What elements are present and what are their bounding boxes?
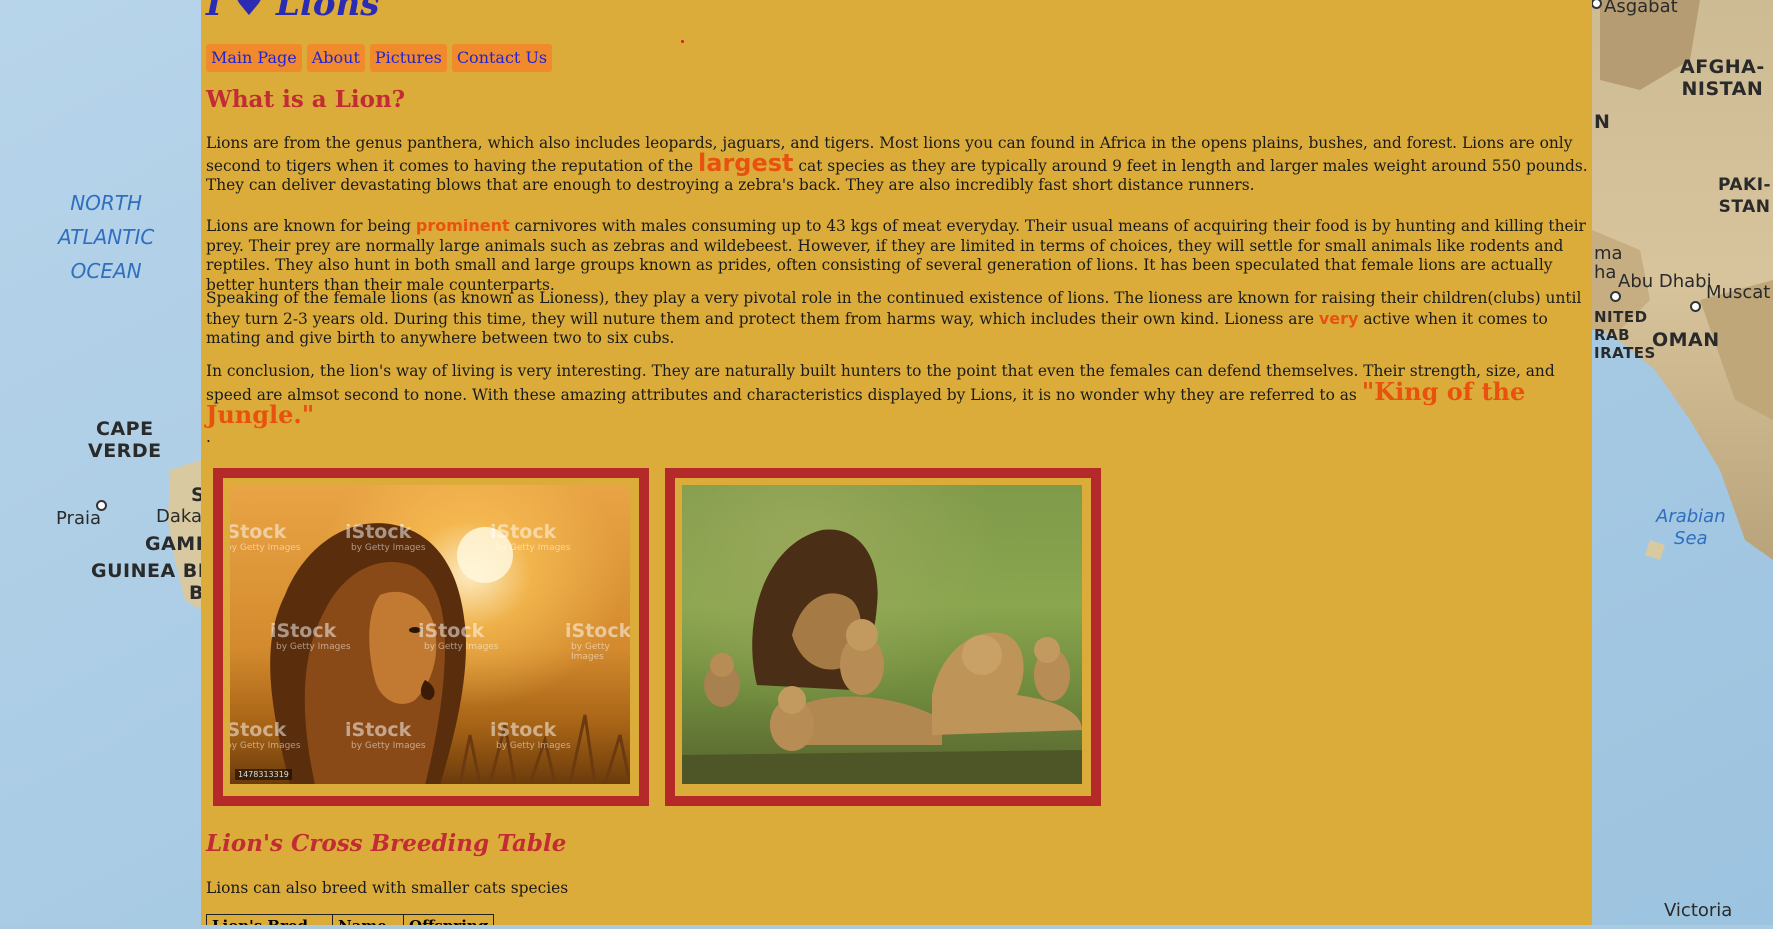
cross-breeding-table: Lion's Bred Name Offspring	[206, 914, 495, 925]
paragraph-breeding-intro: Lions can also breed with smaller cats s…	[206, 879, 569, 897]
highlight-very: very	[1318, 308, 1359, 328]
afghanistan-line1: AFGHA-	[1680, 56, 1765, 78]
picture-frame-lion-pride	[665, 468, 1101, 806]
abu-dhabi-label: Abu Dhabi	[1618, 271, 1712, 292]
watermark-text: iStock	[565, 620, 630, 642]
watermark: iStockby Getty Images	[418, 620, 499, 652]
uae-line3: IRATES	[1594, 344, 1656, 362]
muscat-label: Muscat	[1706, 282, 1771, 303]
uae-label: NITED RAB IRATES	[1594, 308, 1656, 362]
watermark-subtext: by Getty Images	[276, 642, 351, 652]
highlight-prominent: prominent	[415, 216, 510, 235]
lion-pride-illustration	[682, 529, 1082, 784]
abu-dhabi-marker	[1610, 291, 1621, 302]
watermark: iStockby Getty Images	[490, 521, 571, 553]
paragraph-lioness: Speaking of the female lions (as known a…	[206, 289, 1591, 349]
uae-line1: NITED	[1594, 308, 1648, 326]
watermark-text: iStock	[418, 620, 485, 642]
watermark: iStockby Getty Images	[230, 521, 301, 553]
watermark-subtext: by Getty Images	[496, 543, 571, 553]
table-header-cell: Offspring	[402, 914, 495, 925]
main-nav: Main Page About Pictures Contact Us	[206, 44, 553, 72]
asgabat-label: Asgabat	[1604, 0, 1678, 17]
pakistan-line1: PAKI-	[1718, 175, 1772, 195]
nav-pictures[interactable]: Pictures	[369, 44, 447, 72]
watermark: iStockby Getty Images	[345, 719, 426, 751]
ma-fragment-line1: ma	[1594, 243, 1623, 264]
watermark-text: iStock	[270, 620, 337, 642]
victoria-label: Victoria	[1664, 900, 1733, 921]
ocean-label-line2: ATLANTIC	[58, 225, 155, 249]
afghanistan-label: AFGHA- NISTAN	[1680, 56, 1765, 100]
content-panel: I ♥ Lions Main Page About Pictures Conta…	[201, 0, 1592, 925]
uae-line2: RAB	[1594, 326, 1631, 344]
watermark: iStockby Getty Images	[230, 719, 301, 751]
nav-contact-us[interactable]: Contact Us	[451, 44, 553, 72]
afghanistan-line2: NISTAN	[1681, 78, 1764, 100]
oman-label: OMAN	[1652, 329, 1720, 351]
watermark-subtext: by Getty Images	[230, 543, 301, 553]
decorative-dot	[681, 40, 684, 43]
watermark-subtext: by Getty Images	[230, 741, 301, 751]
lion-pride-image	[682, 485, 1082, 784]
paragraph-diet-text-a: Lions are known for being	[206, 217, 416, 235]
watermark-text: iStock	[490, 719, 557, 741]
nav-main-page[interactable]: Main Page	[206, 44, 302, 72]
ocean-label-line3: OCEAN	[70, 259, 142, 283]
paragraph-intro: Lions are from the genus panthera, which…	[206, 134, 1591, 196]
nav-about[interactable]: About	[306, 44, 365, 72]
paragraph-conclusion-text-a: In conclusion, the lion's way of living …	[206, 362, 1555, 404]
watermark-subtext: by Getty Images	[424, 642, 499, 652]
paragraph-diet: Lions are known for being prominent carn…	[206, 216, 1591, 295]
table-header-cell: Name	[332, 914, 404, 925]
watermark-text: iStock	[230, 521, 287, 543]
site-title: I ♥ Lions	[206, 0, 380, 24]
watermark: iStockby Getty Images	[345, 521, 426, 553]
watermark-text: iStock	[345, 521, 412, 543]
pakistan-line2: STAN	[1718, 197, 1771, 217]
watermark-text: iStock	[230, 719, 287, 741]
watermark-subtext: by Getty Images	[496, 741, 571, 751]
paragraph-conclusion: In conclusion, the lion's way of living …	[206, 362, 1591, 429]
cape-verde-line2: VERDE	[88, 440, 162, 462]
highlight-largest: largest	[698, 148, 794, 177]
table-header-row: Lion's Bred Name Offspring	[206, 914, 495, 925]
n-fragment-label: N	[1594, 111, 1611, 133]
ocean-label: NORTH ATLANTIC OCEAN	[58, 186, 154, 288]
watermark: iStockby Getty Images	[270, 620, 351, 652]
arabian-sea-line2: Sea	[1674, 528, 1708, 549]
arabian-sea-line1: Arabian	[1656, 506, 1726, 527]
section-heading-cross-breeding: Lion's Cross Breeding Table	[206, 830, 567, 857]
table-header-cell: Lion's Bred	[206, 914, 333, 925]
cape-verde-line1: CAPE	[96, 418, 154, 440]
stock-id-label: 1478313319	[235, 769, 292, 780]
watermark: iStockby Getty Images	[490, 719, 571, 751]
watermark-subtext: by Getty Images	[571, 642, 610, 662]
stray-dot: .	[206, 428, 211, 446]
praia-label: Praia	[56, 508, 101, 529]
pakistan-label: PAKI- STAN	[1718, 174, 1771, 218]
lion-portrait-image: iStockby Getty Images iStockby Getty Ima…	[230, 485, 630, 784]
arabian-sea-label: Arabian Sea	[1656, 506, 1726, 550]
muscat-marker	[1690, 301, 1701, 312]
cape-verde-label: CAPE VERDE	[88, 418, 162, 462]
watermark: iStockby Getty Images	[565, 620, 630, 662]
watermark-subtext: by Getty Images	[351, 741, 426, 751]
watermark-subtext: by Getty Images	[351, 543, 426, 553]
watermark-text: iStock	[490, 521, 557, 543]
picture-frame-lion-portrait: iStockby Getty Images iStockby Getty Ima…	[213, 468, 649, 806]
section-heading-what-is-a-lion: What is a Lion?	[206, 86, 406, 113]
ocean-label-line1: NORTH	[70, 191, 143, 215]
watermark-text: iStock	[345, 719, 412, 741]
